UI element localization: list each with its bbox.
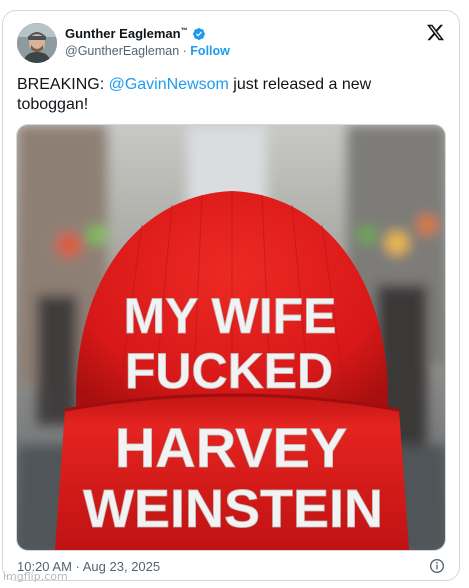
hat-text-line-2: FUCKED [125, 343, 333, 399]
mention-link[interactable]: @GavinNewsom [109, 76, 229, 93]
info-icon[interactable] [429, 558, 445, 574]
tweet-image[interactable]: MY WIFE FUCKED HARVEY WEINSTEIN [16, 124, 446, 551]
x-logo-icon[interactable] [426, 23, 445, 42]
author-info: Gunther Eagleman™ @GuntherEagleman · Fol… [65, 26, 230, 58]
trademark-mark: ™ [180, 27, 188, 35]
hat-text-line-3: HARVEY [115, 416, 347, 479]
avatar[interactable] [17, 23, 57, 63]
avatar-photo [17, 23, 57, 63]
tweet-card: Gunther Eagleman™ @GuntherEagleman · Fol… [2, 10, 460, 581]
tweet-text: BREAKING: @GavinNewsom just released a n… [17, 75, 437, 115]
follow-link[interactable]: Follow [190, 44, 230, 58]
verified-badge-icon [192, 27, 206, 41]
author-display-name[interactable]: Gunther Eagleman™ [65, 26, 188, 41]
hat-text-line-4: WEINSTEIN [83, 479, 383, 539]
tweet-text-prefix: BREAKING: [17, 76, 109, 93]
tweet-header: Gunther Eagleman™ @GuntherEagleman · Fol… [3, 11, 459, 71]
handle-separator: · [182, 44, 187, 58]
author-handle[interactable]: @GuntherEagleman [65, 44, 179, 58]
imgflip-watermark: imgflip.com [3, 570, 68, 583]
beanie-photo: MY WIFE FUCKED HARVEY WEINSTEIN [17, 125, 445, 550]
hat-text-line-1: MY WIFE [124, 288, 337, 344]
